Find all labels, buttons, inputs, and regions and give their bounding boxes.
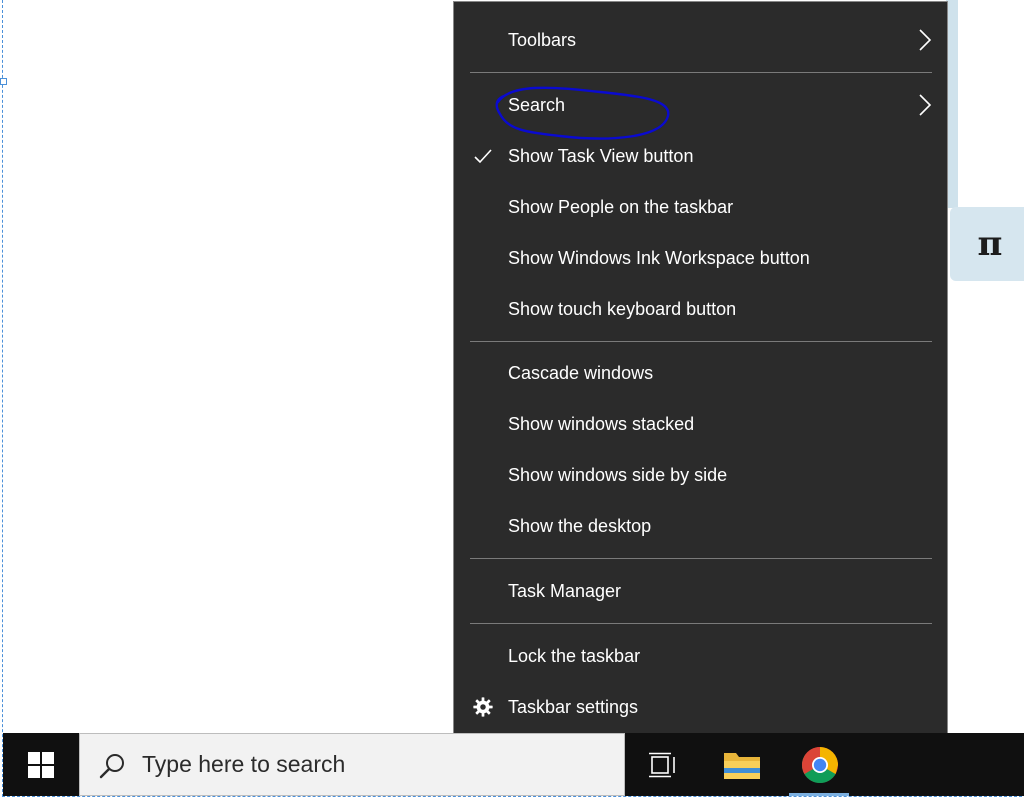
menu-item-task-manager[interactable]: Task Manager [454, 568, 947, 614]
pi-symbol: π [977, 224, 1003, 264]
selection-resize-handle[interactable] [0, 78, 7, 85]
selection-frame-left [2, 0, 3, 797]
menu-item-show-people[interactable]: Show People on the taskbar [454, 184, 947, 230]
menu-item-label: Show windows stacked [508, 413, 695, 434]
menu-item-show-windows-stacked[interactable]: Show windows stacked [454, 401, 947, 447]
start-button[interactable] [3, 733, 79, 796]
menu-item-lock-taskbar[interactable]: Lock the taskbar [454, 633, 947, 679]
menu-item-label: Lock the taskbar [508, 645, 641, 666]
file-explorer-button[interactable] [707, 733, 777, 796]
active-app-indicator [789, 793, 849, 796]
menu-item-label: Show Windows Ink Workspace button [508, 247, 810, 268]
taskbar-search-box[interactable]: Type here to search [79, 733, 625, 796]
chrome-icon [801, 746, 838, 783]
menu-separator [470, 623, 932, 624]
menu-item-label: Show Task View button [508, 145, 694, 166]
menu-item-show-desktop[interactable]: Show the desktop [454, 503, 947, 549]
menu-item-cascade-windows[interactable]: Cascade windows [454, 350, 947, 396]
chevron-right-icon [919, 94, 932, 116]
checkmark-icon [472, 145, 494, 167]
menu-item-label: Task Manager [508, 580, 622, 601]
menu-separator [470, 341, 932, 342]
chevron-right-icon [919, 29, 932, 51]
search-icon [99, 754, 124, 779]
menu-item-taskbar-settings[interactable]: Taskbar settings [454, 684, 947, 730]
chrome-button[interactable] [785, 733, 855, 796]
menu-item-show-windows-side-by-side[interactable]: Show windows side by side [454, 452, 947, 498]
menu-item-show-touch-keyboard[interactable]: Show touch keyboard button [454, 286, 947, 332]
menu-item-search[interactable]: Search [454, 82, 947, 128]
menu-item-toolbars[interactable]: Toolbars [454, 17, 947, 63]
menu-separator [470, 558, 932, 559]
menu-item-show-task-view[interactable]: Show Task View button [454, 133, 947, 179]
menu-item-label: Show the desktop [508, 515, 652, 536]
taskbar-context-menu: Toolbars Search Show Task View button Sh… [453, 1, 948, 745]
menu-item-label: Show touch keyboard button [508, 298, 737, 319]
menu-item-label: Show windows side by side [508, 464, 728, 485]
selection-frame-bottom [2, 796, 1022, 797]
task-view-icon [649, 752, 675, 777]
menu-item-label: Cascade windows [508, 362, 654, 383]
search-placeholder: Type here to search [142, 751, 346, 777]
menu-item-label: Toolbars [508, 29, 577, 50]
menu-item-label: Taskbar settings [508, 696, 639, 717]
task-view-button[interactable] [628, 733, 698, 796]
file-explorer-icon [724, 752, 760, 779]
windows-logo-icon [28, 751, 54, 778]
menu-separator [470, 72, 932, 73]
pi-app-tile[interactable]: π [950, 207, 1024, 281]
gear-icon [472, 696, 494, 718]
menu-item-label: Show People on the taskbar [508, 196, 734, 217]
taskbar: Type here to search [3, 733, 1024, 796]
menu-item-show-ink-workspace[interactable]: Show Windows Ink Workspace button [454, 235, 947, 281]
menu-item-label: Search [508, 94, 566, 115]
